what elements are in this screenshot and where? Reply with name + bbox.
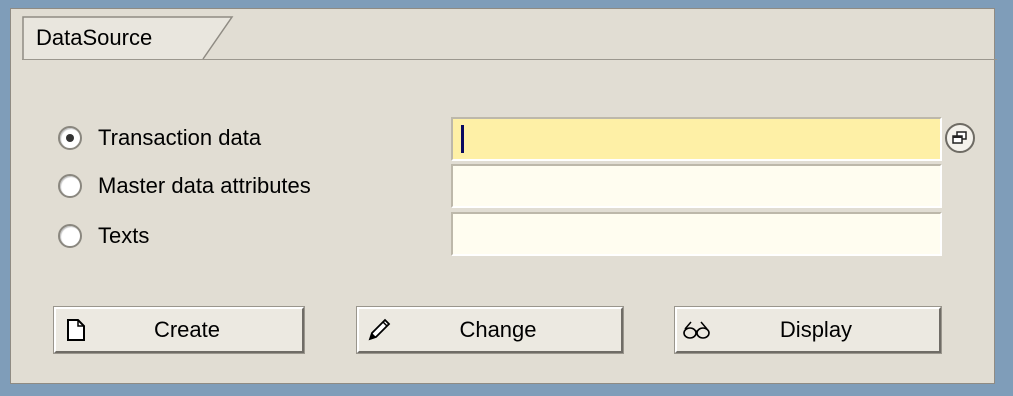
- group-title: DataSource: [36, 25, 153, 50]
- text-caret: [461, 125, 464, 153]
- option-texts[interactable]: Texts: [58, 218, 149, 254]
- texts-input[interactable]: [451, 212, 942, 256]
- transaction-data-input[interactable]: [451, 117, 942, 161]
- radio-button[interactable]: [58, 126, 82, 150]
- group-divider: [22, 59, 997, 60]
- glasses-icon: [677, 319, 717, 341]
- display-button[interactable]: Display: [674, 306, 942, 354]
- change-button[interactable]: Change: [356, 306, 624, 354]
- document-icon: [56, 318, 96, 342]
- option-master-data-attributes[interactable]: Master data attributes: [58, 168, 311, 204]
- change-label: Change: [459, 317, 537, 342]
- create-button[interactable]: Create: [53, 306, 305, 354]
- master-data-attributes-input[interactable]: [451, 164, 942, 208]
- value-help-button[interactable]: [942, 118, 978, 158]
- radio-button[interactable]: [58, 174, 82, 198]
- pencil-icon: [359, 317, 399, 343]
- radio-button[interactable]: [58, 224, 82, 248]
- group-tab: DataSource: [22, 16, 234, 60]
- value-help-icon: [945, 123, 975, 153]
- display-label: Display: [779, 317, 853, 342]
- option-label: Master data attributes: [98, 173, 311, 198]
- option-label: Texts: [98, 223, 150, 248]
- option-label: Transaction data: [98, 125, 262, 150]
- create-label: Create: [153, 317, 221, 342]
- option-transaction-data[interactable]: Transaction data: [58, 120, 261, 156]
